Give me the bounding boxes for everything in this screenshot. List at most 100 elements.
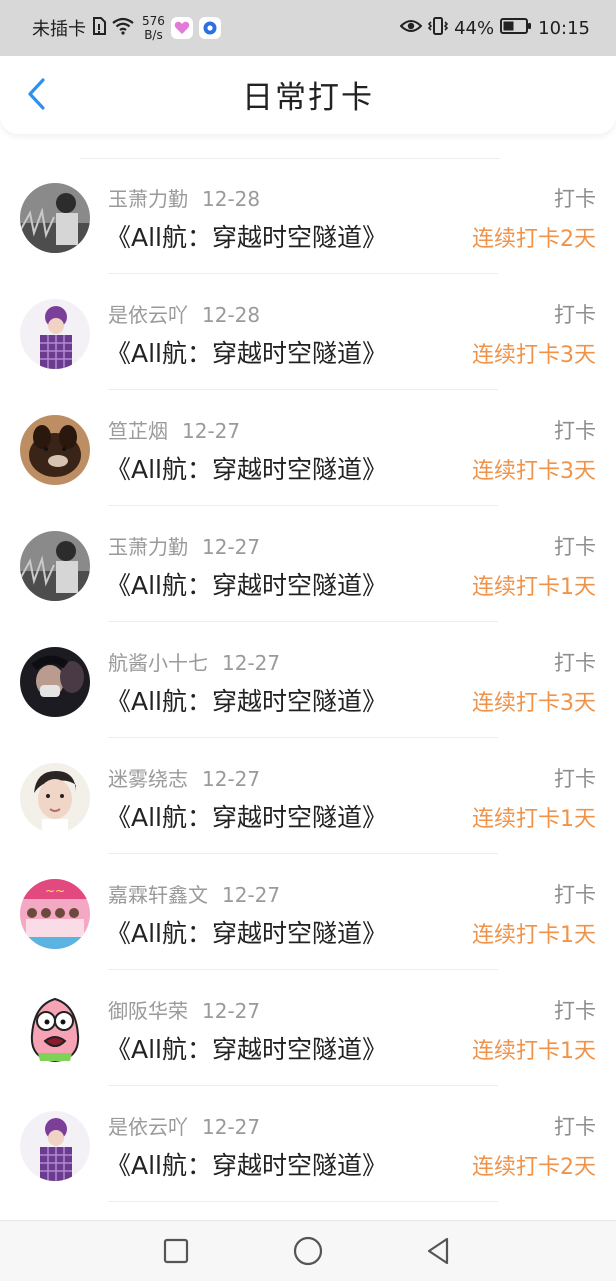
vibrate-icon [427,16,449,41]
list-item[interactable]: 御阪华荣 12-27 《All航：穿越时空隧道》 打卡连续打卡1天 [0,970,616,1086]
network-speed: 576 B/s [142,14,165,42]
wifi-icon [112,17,134,40]
streak-text: 连续打卡2天 [472,1155,596,1180]
streak-text: 连续打卡1天 [472,575,596,600]
list-item[interactable]: 玉萧力勤 12-27 《All航：穿越时空隧道》 打卡连续打卡1天 [0,506,616,622]
checkin-label: 打卡 [554,535,596,559]
ring-app-icon [198,17,221,39]
book-title[interactable]: 《All航：穿越时空隧道》 [106,682,387,718]
streak-text: 连续打卡2天 [472,227,596,252]
avatar[interactable] [20,1111,90,1181]
user-meta: 航酱小十七 12-27 [108,647,280,676]
checkin-label: 打卡 [554,767,596,791]
speed-value: 576 [142,14,165,28]
sim-icon [92,16,106,40]
user-name[interactable]: 迷雾绕志 [108,767,188,791]
user-name[interactable]: 笪芷烟 [108,419,168,443]
checkin-date: 12-27 [202,999,261,1023]
user-name[interactable]: 御阪华荣 [108,999,188,1023]
book-title[interactable]: 《All航：穿越时空隧道》 [106,1146,387,1182]
avatar[interactable] [20,763,90,833]
chevron-left-icon [28,78,45,110]
clock-time: 10:15 [538,17,590,39]
user-name[interactable]: 玉萧力勤 [108,187,188,211]
status-bar: 未插卡 576 B/s 44% 10:15 [0,0,616,56]
system-nav-bar [0,1220,616,1281]
list-item[interactable]: 迷雾绕志 12-27 《All航：穿越时空隧道》 打卡连续打卡1天 [0,738,616,854]
list-item[interactable]: 玉萧力勤 12-28 《All航：穿越时空隧道》 打卡连续打卡2天 [0,158,616,274]
user-meta: 迷雾绕志 12-27 [108,763,260,792]
user-meta: 笪芷烟 12-27 [108,415,240,444]
user-meta: 御阪华荣 12-27 [108,995,260,1024]
streak-text: 连续打卡1天 [472,923,596,948]
square-icon [163,1238,189,1264]
battery-percent: 44% [454,17,495,39]
checkin-date: 12-27 [202,535,261,559]
user-meta: 是依云吖 12-28 [108,299,260,328]
avatar[interactable] [20,415,90,485]
checkin-label: 打卡 [554,303,596,327]
list-item[interactable]: 航酱小十七 12-27 《All航：穿越时空隧道》 打卡连续打卡3天 [0,622,616,738]
list-item[interactable]: 笪芷烟 12-27 《All航：穿越时空隧道》 打卡连续打卡3天 [0,390,616,506]
book-title[interactable]: 《All航：穿越时空隧道》 [106,450,387,486]
back-nav-button[interactable] [408,1221,468,1281]
user-meta: 嘉霖轩鑫文 12-27 [108,879,280,908]
battery-icon [500,17,532,40]
book-title[interactable]: 《All航：穿越时空隧道》 [106,218,387,254]
carrier-text: 未插卡 [32,19,86,40]
user-name[interactable]: 嘉霖轩鑫文 [108,883,208,907]
checkin-date: 12-27 [222,883,281,907]
triangle-back-icon [427,1237,449,1265]
avatar[interactable] [20,183,90,253]
row-divider [108,1201,498,1202]
avatar[interactable] [20,299,90,369]
user-meta: 玉萧力勤 12-28 [108,183,260,212]
checkin-date: 12-28 [202,303,261,327]
checkin-label: 打卡 [554,883,596,907]
user-name[interactable]: 是依云吖 [108,1115,188,1139]
list-item[interactable]: 是依云吖 12-27 《All航：穿越时空隧道》 打卡连续打卡2天 [0,1086,616,1202]
list-item[interactable]: 是依云吖 12-28 《All航：穿越时空隧道》 打卡连续打卡3天 [0,274,616,390]
avatar[interactable] [20,647,90,717]
checkin-date: 12-27 [202,1115,261,1139]
book-title[interactable]: 《All航：穿越时空隧道》 [106,798,387,834]
streak-text: 连续打卡1天 [472,1039,596,1064]
streak-text: 连续打卡3天 [472,459,596,484]
list-item[interactable]: ~~ 嘉霖轩鑫文 12-27 《All航：穿越时空隧道》 打卡连续打卡1天 [0,854,616,970]
streak-text: 连续打卡3天 [472,691,596,716]
avatar[interactable]: ~~ [20,879,90,949]
checkin-label: 打卡 [554,187,596,211]
checkin-date: 12-27 [202,767,261,791]
recent-apps-button[interactable] [146,1221,206,1281]
book-title[interactable]: 《All航：穿越时空隧道》 [106,914,387,950]
back-button[interactable] [12,70,60,118]
eye-icon [399,18,423,39]
streak-text: 连续打卡3天 [472,343,596,368]
avatar[interactable] [20,995,90,1065]
page-title: 日常打卡 [242,80,374,116]
user-meta: 是依云吖 12-27 [108,1111,260,1140]
checkin-date: 12-28 [202,187,261,211]
heart-app-icon [170,17,193,39]
home-button[interactable] [278,1221,338,1281]
speed-unit: B/s [144,28,163,42]
user-name[interactable]: 是依云吖 [108,303,188,327]
streak-text: 连续打卡1天 [472,807,596,832]
book-title[interactable]: 《All航：穿越时空隧道》 [106,566,387,602]
book-title[interactable]: 《All航：穿越时空隧道》 [106,334,387,370]
avatar[interactable] [20,531,90,601]
user-meta: 玉萧力勤 12-27 [108,531,260,560]
svg-text:~~: ~~ [45,884,65,898]
checkin-date: 12-27 [222,651,281,675]
book-title[interactable]: 《All航：穿越时空隧道》 [106,1030,387,1066]
user-name[interactable]: 航酱小十七 [108,651,208,675]
user-name[interactable]: 玉萧力勤 [108,535,188,559]
checkin-date: 12-27 [182,419,241,443]
checkin-label: 打卡 [554,651,596,675]
status-left: 未插卡 576 B/s [32,0,221,56]
checkin-label: 打卡 [554,1115,596,1139]
status-right: 44% 10:15 [399,0,590,56]
checkin-label: 打卡 [554,999,596,1023]
checkin-label: 打卡 [554,419,596,443]
page-header: 日常打卡 [0,56,616,134]
